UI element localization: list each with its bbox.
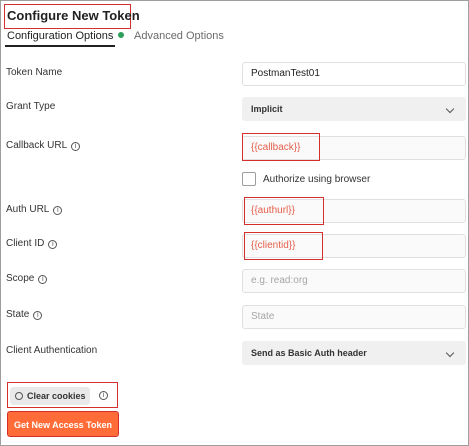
cookie-icon	[15, 392, 23, 400]
auth-url-highlight	[244, 197, 324, 225]
grant-type-value: Implicit	[251, 104, 283, 114]
callback-url-label-text: Callback URL	[6, 140, 68, 151]
clear-cookies-label: Clear cookies	[27, 391, 86, 401]
client-authentication-label: Client Authentication	[6, 345, 98, 356]
tab-configuration-options[interactable]: Configuration Options	[7, 30, 125, 42]
chevron-down-icon	[445, 104, 455, 114]
client-authentication-value: Send as Basic Auth header	[251, 348, 367, 358]
callback-url-label: Callback URL i	[6, 140, 81, 151]
tab-label: Configuration Options	[7, 30, 114, 42]
info-icon[interactable]: i	[38, 275, 48, 284]
info-icon[interactable]: i	[71, 142, 81, 151]
info-icon[interactable]: i	[33, 311, 43, 320]
active-tab-underline	[5, 45, 115, 47]
configure-token-panel: Configure New Token Configuration Option…	[0, 0, 469, 446]
callback-highlight	[242, 133, 320, 161]
tab-advanced-options[interactable]: Advanced Options	[134, 30, 224, 42]
scope-label: Scope i	[6, 273, 48, 284]
info-icon[interactable]: i	[53, 206, 63, 215]
authorize-browser-checkbox[interactable]	[242, 172, 256, 186]
state-label: State i	[6, 309, 43, 320]
status-dot-icon	[118, 32, 125, 38]
authorize-browser-label: Authorize using browser	[263, 174, 371, 185]
panel-title: Configure New Token	[7, 8, 140, 23]
token-name-input[interactable]: PostmanTest01	[242, 62, 466, 86]
scope-label-text: Scope	[6, 273, 35, 284]
token-name-label: Token Name	[6, 67, 63, 78]
auth-url-label: Auth URL i	[6, 204, 63, 215]
auth-url-label-text: Auth URL	[6, 204, 50, 215]
get-new-access-token-button[interactable]: Get New Access Token	[7, 411, 119, 437]
grant-type-select[interactable]: Implicit	[242, 97, 466, 121]
client-id-label-text: Client ID	[6, 238, 45, 249]
info-icon[interactable]: i	[48, 240, 58, 249]
grant-type-label: Grant Type	[6, 101, 56, 112]
scope-input[interactable]: e.g. read:org	[242, 269, 466, 293]
client-id-label: Client ID i	[6, 238, 58, 249]
state-input[interactable]: State	[242, 305, 466, 329]
client-authentication-select[interactable]: Send as Basic Auth header	[242, 341, 466, 365]
state-label-text: State	[6, 309, 30, 320]
info-icon[interactable]: i	[99, 391, 108, 400]
client-id-highlight	[244, 232, 323, 260]
chevron-down-icon	[445, 348, 455, 358]
clear-cookies-button[interactable]: Clear cookies	[10, 387, 90, 405]
